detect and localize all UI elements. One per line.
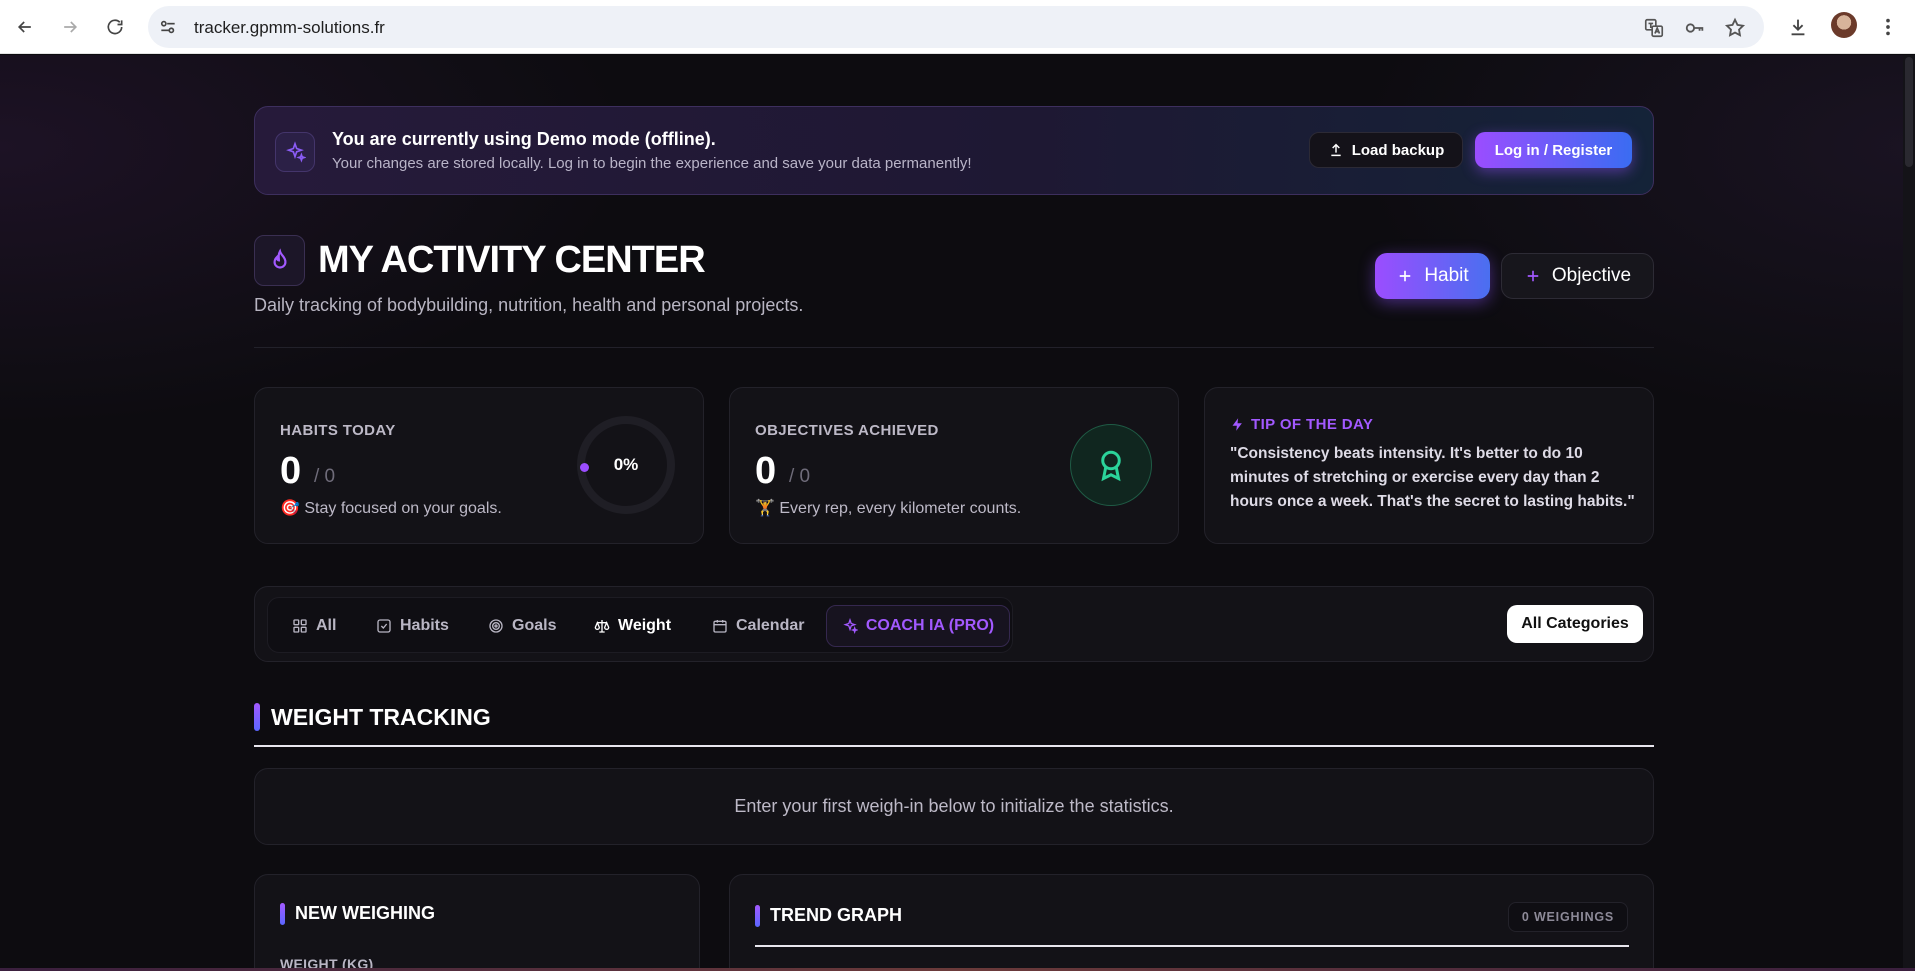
habits-progress-ring: 0% [577,416,675,514]
section-divider [254,745,1654,747]
objectives-card: OBJECTIVES ACHIEVED 0 / 0 🏋 Every rep, e… [729,387,1179,544]
forward-icon[interactable] [53,10,87,44]
scale-icon [594,620,610,633]
tab-calendar[interactable]: Calendar [712,613,804,639]
back-icon[interactable] [8,10,42,44]
upload-icon [1331,143,1341,157]
habits-note: 🎯 Stay focused on your goals. [280,500,502,517]
panel-accent-bar [280,903,285,925]
more-menu-icon[interactable] [1875,14,1901,40]
empty-state-message: Enter your first weigh-in below to initi… [254,768,1654,845]
grid-icon [293,619,307,633]
graph-divider [755,945,1629,947]
tab-all[interactable]: All [292,613,336,639]
new-weighing-title: NEW WEIGHING [295,903,435,923]
trend-graph-panel: TREND GRAPH 0 WEIGHINGS [729,874,1654,971]
section-title: WEIGHT TRACKING [271,704,491,730]
banner-title: You are currently using Demo mode (offli… [332,129,716,149]
page-subtitle: Daily tracking of bodybuilding, nutritio… [254,295,804,315]
tab-weight[interactable]: Weight [594,613,671,639]
site-settings-icon[interactable] [158,17,178,37]
tab-habits[interactable]: Habits [376,613,449,639]
tab-coach-ai[interactable]: COACH IA (PRO) [826,605,1010,647]
tab-goals[interactable]: Goals [488,613,556,639]
url-text[interactable]: tracker.gpmm-solutions.fr [194,18,385,38]
filter-toolbar: All Habits Goals Weight Calendar COACH I… [254,586,1654,662]
tab-calendar-label: Calendar [736,617,805,634]
calendar-icon [713,620,727,633]
objectives-label: OBJECTIVES ACHIEVED [755,422,939,439]
page-title: MY ACTIVITY CENTER [318,239,706,281]
add-objective-label: Objective [1551,265,1632,286]
password-key-icon[interactable] [1684,17,1706,39]
tab-all-label: All [316,617,337,634]
plus-icon [1527,270,1539,282]
habits-today-card: HABITS TODAY 0 / 0 🎯 Stay focused on you… [254,387,704,544]
reload-icon[interactable] [98,10,132,44]
tab-coach-label: COACH IA (PRO) [865,617,995,634]
sparkle-icon [275,132,315,172]
tip-text: "Consistency beats intensity. It's bette… [1230,445,1635,510]
weighings-count-badge: 0 WEIGHINGS [1508,902,1628,932]
browser-toolbar: tracker.gpmm-solutions.fr [0,0,1915,54]
add-habit-label: Habit [1424,265,1469,286]
scrollbar-thumb[interactable] [1905,57,1913,167]
tip-header: TIP OF THE DAY [1230,416,1373,433]
lightning-icon [1232,418,1242,431]
load-backup-label: Load backup [1351,141,1445,159]
view-tabs: All Habits Goals Weight Calendar COACH I… [267,597,1013,653]
login-register-button[interactable]: Log in / Register [1475,132,1632,168]
checkbox-icon [377,619,391,633]
tab-weight-label: Weight [618,617,672,634]
header-divider [254,347,1654,348]
add-objective-button[interactable]: Objective [1501,253,1654,299]
address-bar[interactable]: tracker.gpmm-solutions.fr [148,6,1764,48]
category-filter-button[interactable]: All Categories [1507,605,1643,643]
trend-graph-title: TREND GRAPH [770,905,903,925]
new-weighing-panel: NEW WEIGHING WEIGHT (KG) [254,874,700,971]
tab-habits-label: Habits [400,617,449,634]
habits-today-label: HABITS TODAY [280,422,396,439]
load-backup-button[interactable]: Load backup [1309,132,1463,168]
panel-accent-bar [755,905,760,927]
bookmark-star-icon[interactable] [1724,17,1746,39]
objectives-note: 🏋 Every rep, every kilometer counts. [755,500,1022,517]
demo-mode-banner: You are currently using Demo mode (offli… [254,106,1654,195]
sparkle-icon [843,618,858,634]
objectives-total: / 0 [789,466,811,487]
objectives-done-count: 0 [755,450,777,492]
tip-label: TIP OF THE DAY [1251,416,1374,433]
page-content: You are currently using Demo mode (offli… [0,55,1915,971]
profile-avatar[interactable] [1831,12,1857,38]
habits-percent: 0% [613,455,639,474]
banner-subtitle: Your changes are stored locally. Log in … [332,155,972,172]
section-accent-bar [254,703,260,731]
target-icon [489,619,503,633]
tab-goals-label: Goals [512,617,557,634]
tip-of-day-card: TIP OF THE DAY "Consistency beats intens… [1204,387,1654,544]
habits-total: / 0 [314,466,336,487]
award-icon [1070,424,1152,506]
plus-icon [1400,270,1411,282]
page-scrollbar[interactable] [1903,55,1915,971]
translate-icon[interactable] [1643,17,1665,39]
habits-done-count: 0 [280,450,302,492]
add-habit-button[interactable]: Habit [1375,253,1490,299]
download-icon[interactable] [1785,14,1811,40]
flame-icon [254,235,305,286]
